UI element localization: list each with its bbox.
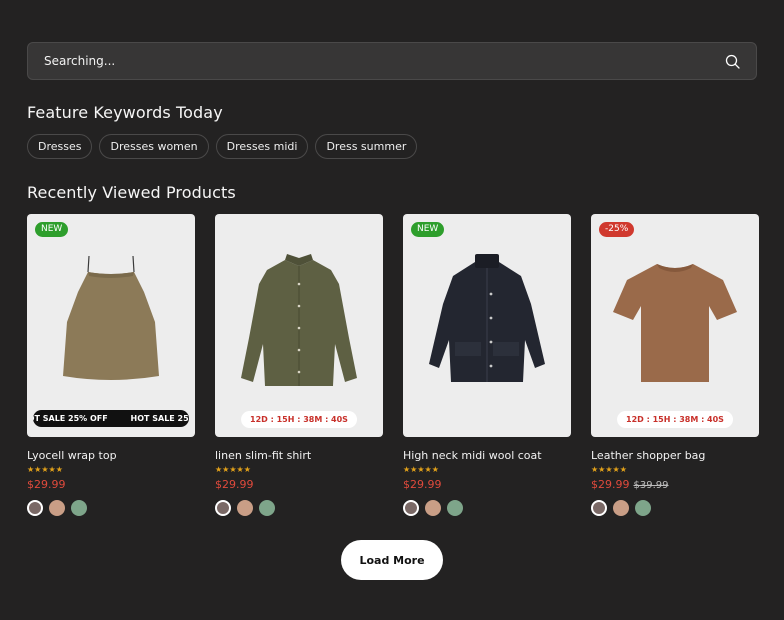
color-swatch[interactable] bbox=[613, 500, 629, 516]
color-swatch[interactable] bbox=[591, 500, 607, 516]
sale-ticker-text: HOT SALE 25% OFF bbox=[130, 414, 190, 423]
star-rating: ★★★★★ bbox=[27, 465, 63, 474]
color-swatch[interactable] bbox=[215, 500, 231, 516]
keyword-chip[interactable]: Dress summer bbox=[315, 134, 418, 159]
tshirt-image bbox=[613, 264, 737, 382]
color-swatch[interactable] bbox=[447, 500, 463, 516]
countdown-timer: 12D : 15H : 38M : 40S bbox=[241, 411, 357, 428]
price-row: $29.99 bbox=[27, 478, 195, 491]
color-swatch[interactable] bbox=[425, 500, 441, 516]
new-badge: NEW bbox=[411, 222, 445, 237]
product-image[interactable]: -25% 12D : 15H : 38M : 40S bbox=[591, 214, 759, 437]
new-badge: NEW bbox=[35, 222, 69, 237]
countdown-timer: 12D : 15H : 38M : 40S bbox=[617, 411, 733, 428]
product-price: $29.99 bbox=[215, 478, 254, 491]
product-card[interactable]: 12D : 15H : 38M : 40S linen slim-fit shi… bbox=[215, 214, 383, 516]
load-more-button[interactable]: Load More bbox=[341, 540, 443, 580]
color-swatches bbox=[403, 500, 571, 516]
star-rating: ★★★★★ bbox=[403, 465, 439, 474]
star-rating: ★★★★★ bbox=[215, 465, 251, 474]
product-name[interactable]: linen slim-fit shirt bbox=[215, 449, 383, 462]
color-swatches bbox=[215, 500, 383, 516]
color-swatch[interactable] bbox=[27, 500, 43, 516]
product-card[interactable]: NEW High neck midi wool coat ★★★★★ $29.9… bbox=[403, 214, 571, 516]
product-image[interactable]: NEW HOT SALE 25% OFF HOT SALE 25% OFF HO… bbox=[27, 214, 195, 437]
color-swatch[interactable] bbox=[49, 500, 65, 516]
search-input[interactable] bbox=[44, 54, 684, 68]
product-image[interactable]: NEW bbox=[403, 214, 571, 437]
price-row: $29.99 bbox=[403, 478, 571, 491]
product-name[interactable]: Lyocell wrap top bbox=[27, 449, 195, 462]
color-swatch[interactable] bbox=[71, 500, 87, 516]
color-swatch[interactable] bbox=[237, 500, 253, 516]
shirt-image bbox=[241, 254, 357, 386]
color-swatch[interactable] bbox=[635, 500, 651, 516]
tank-top-image bbox=[63, 255, 159, 380]
search-bar[interactable] bbox=[27, 42, 757, 80]
keyword-chip[interactable]: Dresses bbox=[27, 134, 93, 159]
product-card[interactable]: NEW HOT SALE 25% OFF HOT SALE 25% OFF HO… bbox=[27, 214, 195, 516]
price-row: $29.99 $39.99 bbox=[591, 478, 759, 491]
keyword-chips: Dresses Dresses women Dresses midi Dress… bbox=[27, 134, 418, 159]
sale-ticker: HOT SALE 25% OFF HOT SALE 25% OFF HOT SA… bbox=[33, 410, 189, 427]
keyword-chip[interactable]: Dresses midi bbox=[215, 134, 309, 159]
product-card[interactable]: -25% 12D : 15H : 38M : 40S Leather shopp… bbox=[591, 214, 759, 516]
search-icon[interactable] bbox=[724, 53, 740, 69]
discount-badge: -25% bbox=[599, 222, 635, 237]
price-row: $29.99 bbox=[215, 478, 383, 491]
keyword-chip[interactable]: Dresses women bbox=[99, 134, 209, 159]
product-price: $29.99 bbox=[591, 478, 630, 491]
color-swatches bbox=[591, 500, 759, 516]
product-image[interactable]: 12D : 15H : 38M : 40S bbox=[215, 214, 383, 437]
feature-keywords-title: Feature Keywords Today bbox=[27, 103, 223, 122]
star-rating: ★★★★★ bbox=[591, 465, 627, 474]
product-name[interactable]: High neck midi wool coat bbox=[403, 449, 571, 462]
sale-ticker-text: HOT SALE 25% OFF bbox=[33, 414, 108, 423]
original-price: $39.99 bbox=[633, 480, 669, 491]
color-swatch[interactable] bbox=[259, 500, 275, 516]
recently-viewed-title: Recently Viewed Products bbox=[27, 183, 236, 202]
color-swatch[interactable] bbox=[403, 500, 419, 516]
product-price: $29.99 bbox=[403, 478, 442, 491]
color-swatches bbox=[27, 500, 195, 516]
coat-image bbox=[429, 254, 545, 382]
product-price: $29.99 bbox=[27, 478, 66, 491]
product-grid: NEW HOT SALE 25% OFF HOT SALE 25% OFF HO… bbox=[27, 214, 759, 516]
product-name[interactable]: Leather shopper bag bbox=[591, 449, 759, 462]
